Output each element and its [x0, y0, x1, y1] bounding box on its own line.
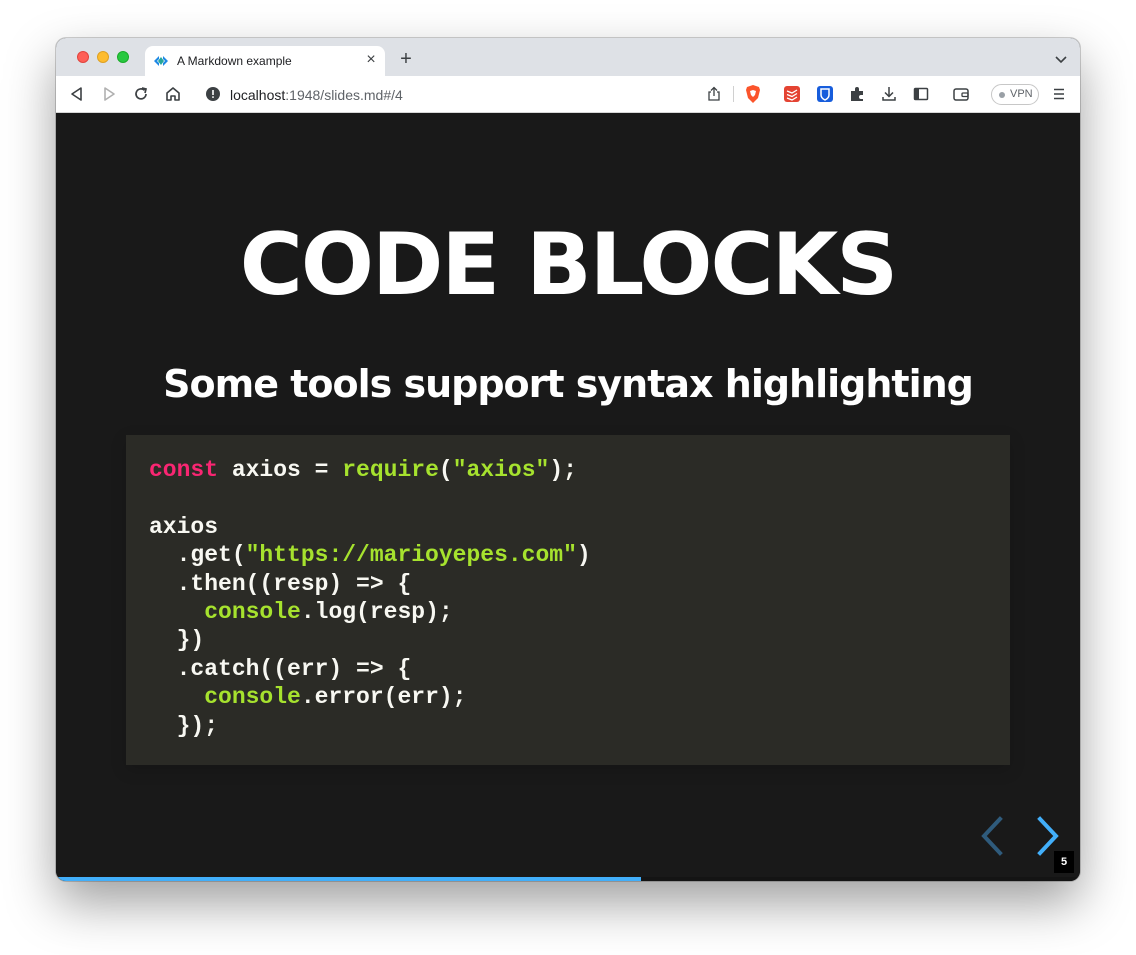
code-line: axios — [149, 513, 219, 540]
slide-subtitle: Some tools support syntax highlighting — [163, 362, 974, 406]
share-icon[interactable] — [706, 86, 722, 102]
browser-window: A Markdown example × + localhost:1948/sl… — [56, 38, 1080, 881]
code-line: .then((resp) => { — [149, 570, 412, 597]
wallet-icon[interactable] — [952, 85, 970, 103]
back-icon[interactable] — [68, 85, 86, 103]
vpn-button[interactable]: VPN — [991, 84, 1039, 105]
code-content: const axios = require("axios"); axios .g… — [149, 456, 591, 740]
vpn-label: VPN — [1010, 88, 1033, 100]
close-window-button[interactable] — [77, 51, 89, 63]
brave-shield-icon[interactable] — [743, 84, 763, 104]
extensions-icon[interactable] — [848, 85, 866, 103]
slide-number: 5 — [1054, 851, 1074, 873]
menu-icon[interactable] — [1050, 85, 1068, 103]
code-line: .catch((err) => { — [149, 655, 412, 682]
new-tab-button[interactable]: + — [396, 49, 416, 70]
markdown-favicon-icon — [154, 56, 168, 66]
url-host: localhost — [230, 87, 286, 103]
progress-bar — [56, 877, 1080, 881]
code-line: console.log(resp); — [204, 599, 453, 626]
url-divider — [733, 86, 734, 102]
bitwarden-icon[interactable] — [816, 85, 834, 103]
progress-bar-fill — [56, 877, 641, 881]
tab-close-icon[interactable]: × — [363, 52, 379, 69]
site-info-icon[interactable] — [206, 87, 220, 101]
download-icon[interactable] — [880, 85, 898, 103]
code-line: .get("https://marioyepes.com") — [149, 542, 591, 569]
zoom-window-button[interactable] — [117, 51, 129, 63]
code-line: }); — [149, 712, 219, 739]
tab-search-chevron-icon[interactable] — [1054, 52, 1068, 66]
url-path: :1948/slides.md#/4 — [285, 87, 403, 103]
tab-title: A Markdown example — [177, 54, 292, 68]
tab-strip: A Markdown example × + — [56, 38, 1080, 76]
minimize-window-button[interactable] — [97, 51, 109, 63]
tab-active[interactable]: A Markdown example × — [145, 46, 385, 76]
reload-icon[interactable] — [132, 85, 150, 103]
code-block: const axios = require("axios"); axios .g… — [126, 435, 1010, 765]
slide-title: CODE BLOCKS — [239, 215, 898, 315]
vpn-status-dot-icon — [999, 92, 1005, 98]
url-text[interactable]: localhost:1948/slides.md#/4 — [230, 87, 403, 103]
sidebar-icon[interactable] — [912, 85, 930, 103]
forward-icon[interactable] — [100, 85, 118, 103]
home-icon[interactable] — [164, 85, 182, 103]
code-line: }) — [149, 627, 205, 654]
code-line: const axios = require("axios"); — [149, 457, 577, 483]
previous-slide-arrow-icon[interactable] — [978, 815, 1006, 857]
todoist-icon[interactable] — [783, 85, 801, 103]
browser-toolbar: localhost:1948/slides.md#/4 VPN — [56, 76, 1080, 113]
slide: CODE BLOCKS Some tools support syntax hi… — [56, 113, 1080, 881]
address-bar[interactable]: localhost:1948/slides.md#/4 — [196, 80, 771, 108]
code-line: console.error(err); — [204, 684, 467, 711]
